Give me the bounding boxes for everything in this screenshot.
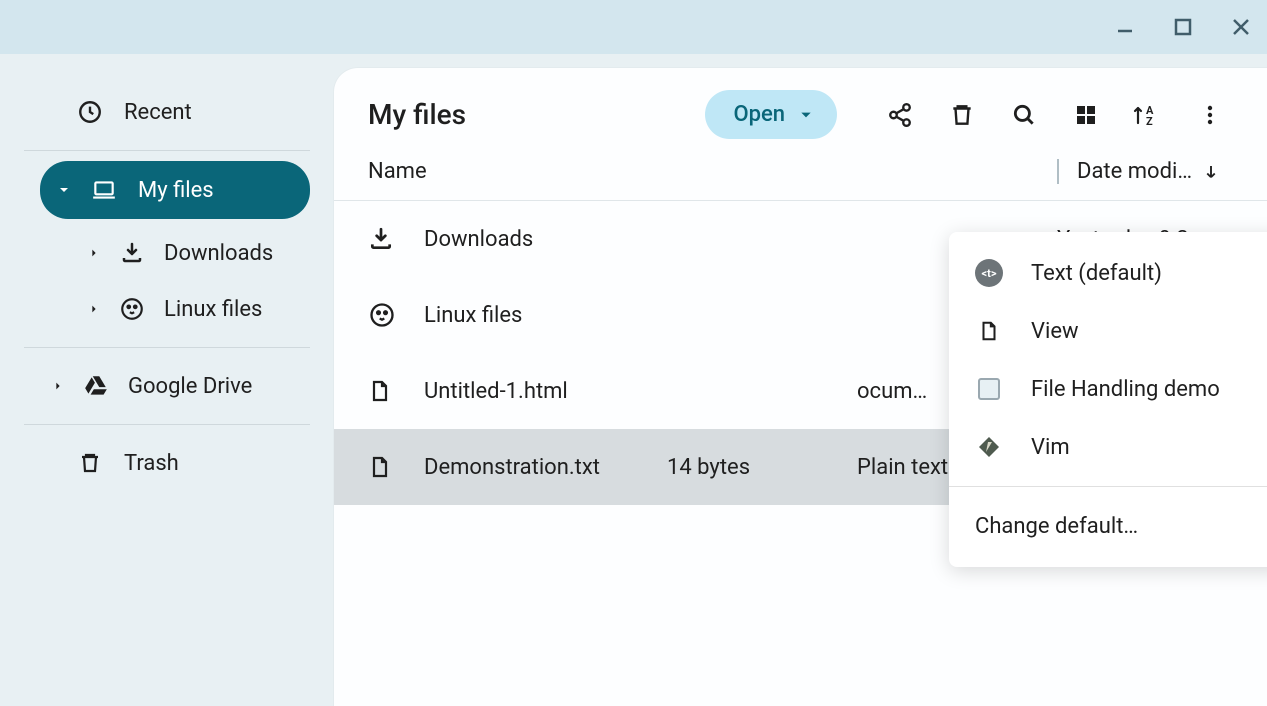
- row-name: Linux files: [424, 303, 667, 328]
- page-title: My files: [368, 98, 697, 131]
- column-name[interactable]: Name: [368, 159, 667, 184]
- main-header: My files Open AZ: [334, 68, 1267, 159]
- column-headers: Name Date modi…: [334, 159, 1267, 201]
- dropdown-item-label: Vim: [1031, 435, 1070, 460]
- dropdown-item-change-default[interactable]: Change default…: [949, 497, 1267, 555]
- sidebar-item-trash[interactable]: Trash: [28, 435, 334, 491]
- row-icon: [368, 455, 424, 479]
- row-name: Demonstration.txt: [424, 455, 667, 480]
- file-icon: [975, 317, 1003, 345]
- dropdown-item-view[interactable]: View: [949, 302, 1267, 360]
- titlebar: [0, 0, 1267, 54]
- chevron-down-icon: [58, 184, 70, 196]
- more-button[interactable]: [1183, 91, 1237, 139]
- sidebar-item-linux[interactable]: Linux files: [0, 281, 334, 337]
- app-icon: [975, 375, 1003, 403]
- main-panel: My files Open AZ: [334, 68, 1267, 706]
- chevron-right-icon: [88, 304, 100, 314]
- share-button[interactable]: [873, 91, 927, 139]
- row-size: 14 bytes: [667, 455, 857, 480]
- download-icon: [118, 239, 146, 267]
- sidebar-item-label: Downloads: [164, 241, 273, 266]
- sidebar-item-label: Trash: [124, 451, 179, 476]
- row-name: Untitled-1.html: [424, 379, 667, 404]
- delete-button[interactable]: [935, 91, 989, 139]
- drive-icon: [82, 372, 110, 400]
- maximize-button[interactable]: [1171, 15, 1195, 39]
- close-button[interactable]: [1229, 15, 1253, 39]
- dropdown-item-text-default[interactable]: <t> Text (default): [949, 244, 1267, 302]
- dropdown-item-label: View: [1031, 319, 1079, 344]
- dropdown-item-label: Change default…: [975, 514, 1138, 539]
- divider: [24, 150, 310, 151]
- text-app-icon: <t>: [975, 259, 1003, 287]
- row-icon: [368, 226, 424, 252]
- clock-icon: [76, 98, 104, 126]
- dropdown-item-file-handling-demo[interactable]: File Handling demo: [949, 360, 1267, 418]
- sidebar-item-label: My files: [138, 178, 214, 203]
- linux-icon: [118, 295, 146, 323]
- sidebar-item-recent[interactable]: Recent: [28, 84, 334, 140]
- row-icon: [368, 379, 424, 403]
- sidebar-item-myfiles[interactable]: My files: [40, 161, 310, 219]
- open-button-label: Open: [733, 102, 785, 127]
- grid-view-button[interactable]: [1059, 91, 1113, 139]
- laptop-icon: [90, 176, 118, 204]
- sidebar-item-downloads[interactable]: Downloads: [0, 225, 334, 281]
- row-icon: [368, 301, 424, 329]
- dropdown-item-label: Text (default): [1031, 261, 1162, 286]
- search-button[interactable]: [997, 91, 1051, 139]
- minimize-button[interactable]: [1113, 15, 1137, 39]
- sidebar-item-label: Recent: [124, 100, 192, 125]
- chevron-right-icon: [88, 248, 100, 258]
- open-dropdown: <t> Text (default) View File Handling de…: [949, 232, 1267, 567]
- divider: [949, 486, 1267, 487]
- dropdown-item-label: File Handling demo: [1031, 377, 1220, 402]
- row-name: Downloads: [424, 227, 667, 252]
- dropdown-item-vim[interactable]: Vim: [949, 418, 1267, 476]
- sidebar-item-label: Google Drive: [128, 374, 252, 399]
- open-button[interactable]: Open: [705, 90, 837, 139]
- svg-text:Z: Z: [1146, 115, 1153, 128]
- sidebar-item-label: Linux files: [164, 297, 262, 322]
- chevron-right-icon: [52, 381, 64, 391]
- trash-icon: [76, 449, 104, 477]
- sort-button[interactable]: AZ: [1121, 91, 1175, 139]
- divider: [24, 347, 310, 348]
- divider: [24, 424, 310, 425]
- vim-icon: [975, 433, 1003, 461]
- column-date[interactable]: Date modi…: [1057, 159, 1237, 184]
- arrow-down-icon: [1202, 163, 1220, 181]
- sidebar: Recent My files Downloads: [0, 54, 334, 706]
- chevron-down-icon: [799, 108, 813, 122]
- sidebar-item-gdrive[interactable]: Google Drive: [0, 358, 334, 414]
